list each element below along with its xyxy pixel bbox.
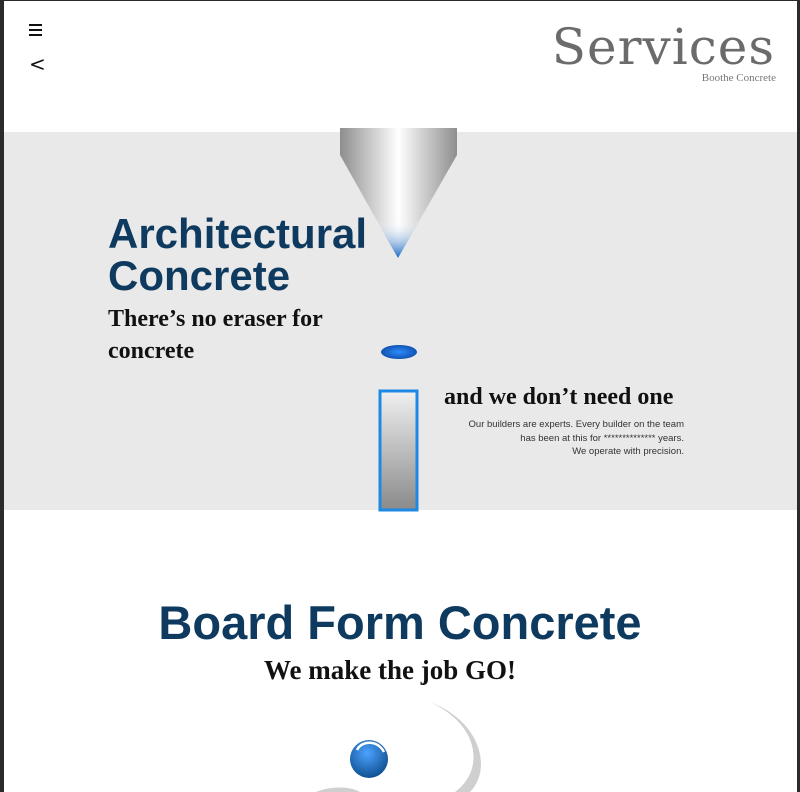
concrete-mixer-icon bbox=[316, 702, 481, 792]
hero-title-line2: Concrete bbox=[108, 252, 291, 299]
body-line: We operate with precision. bbox=[572, 446, 684, 457]
hero-tagline: There’s no eraser for concrete bbox=[108, 306, 323, 364]
section-title: Board Form Concrete bbox=[158, 596, 642, 649]
hero-title-line1: Architectural bbox=[108, 210, 368, 257]
body-line: Our builders are experts. Every builder … bbox=[468, 419, 684, 430]
dot-icon bbox=[381, 345, 417, 359]
side-heading: and we don’t need one bbox=[444, 384, 674, 410]
side-body-text: Our builders are experts. Every builder … bbox=[384, 418, 684, 459]
hero-title: Architectural Concrete bbox=[108, 213, 438, 297]
body-line: has been at this for ************** year… bbox=[520, 432, 684, 444]
section-tagline: We make the job GO! bbox=[264, 655, 516, 685]
